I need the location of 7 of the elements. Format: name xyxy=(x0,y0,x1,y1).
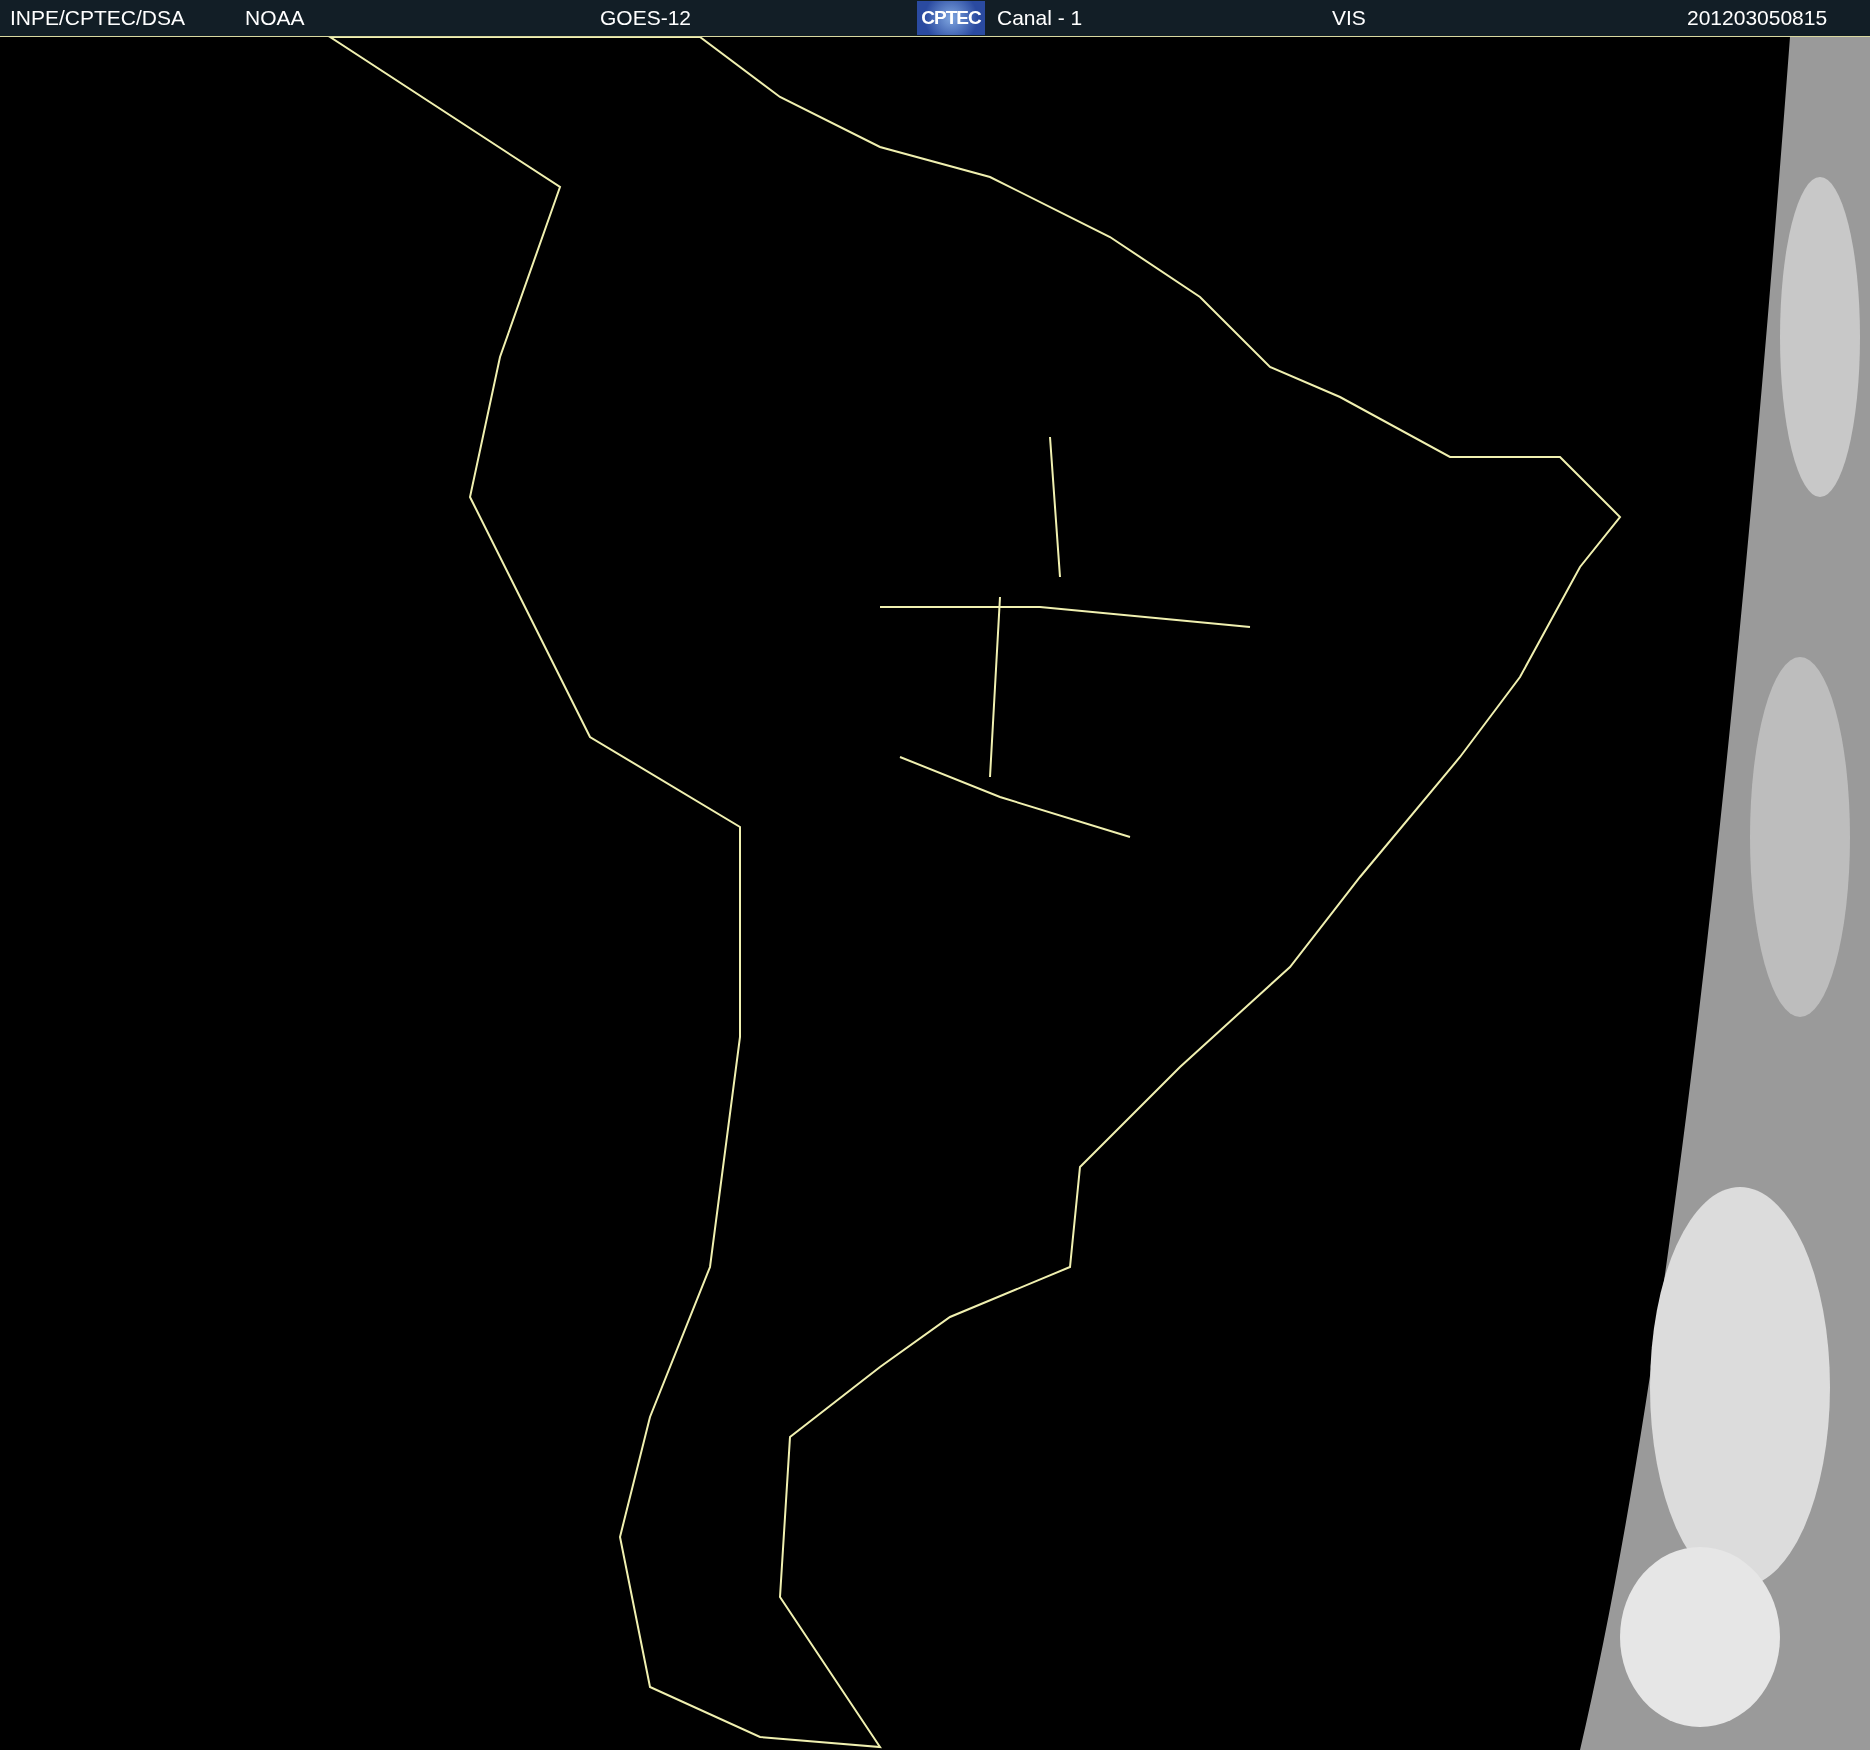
header-label: VIS xyxy=(1332,6,1366,30)
header-label: Canal - 1 xyxy=(997,6,1083,30)
header-label: NOAA xyxy=(245,6,305,30)
header-label: 201203050815 xyxy=(1687,6,1828,30)
header-label: GOES-12 xyxy=(600,6,692,30)
logo: CPTEC xyxy=(917,1,985,35)
header-label: INPE/CPTEC/DSA xyxy=(10,6,186,30)
